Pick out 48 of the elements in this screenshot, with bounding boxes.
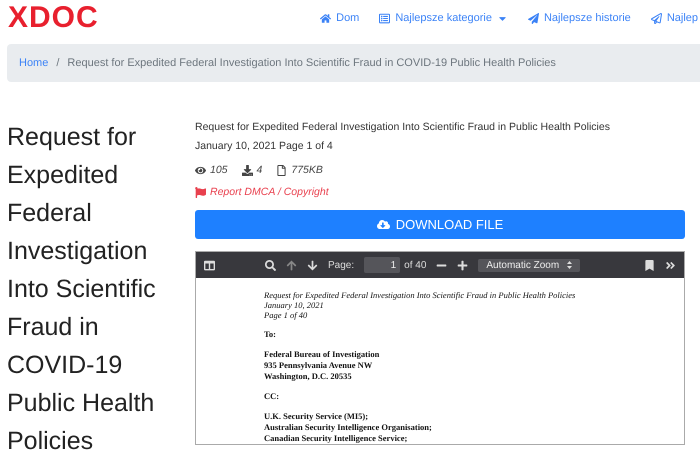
breadcrumb-separator: /: [56, 57, 60, 69]
nav-link[interactable]: Najlepsze kategorie: [379, 12, 508, 24]
document-text-line: To:: [264, 329, 277, 340]
page-label: Page:: [328, 260, 354, 270]
home-icon: [320, 12, 332, 24]
document-text-line: Australian Security Intelligence Organisation;: [264, 422, 433, 433]
document-header-line: Request for Expedited Federal Investigation Into Scientific Fraud in Public Health Policies: [264, 290, 576, 300]
document-text-line: CC:: [264, 391, 280, 402]
report-link[interactable]: Report DMCA / Copyright: [195, 186, 685, 198]
page-number-field[interactable]: 1: [364, 257, 400, 273]
paper-plane-icon: [528, 12, 539, 24]
document-text-line: Federal Bureau of Investigation: [264, 349, 380, 360]
file-icon: [276, 164, 288, 176]
stat-text: 105: [195, 164, 228, 176]
bookmark-icon[interactable]: [644, 260, 655, 270]
nav-link[interactable]: Najlep: [650, 12, 698, 24]
document-header-line: January 10, 2021: [264, 300, 325, 310]
nav-link[interactable]: Najlepsze historie: [528, 12, 631, 24]
search-icon[interactable]: [265, 260, 276, 270]
document-text-line: Washington, D.C. 20535: [264, 371, 353, 382]
stat-text: 775KB: [276, 164, 323, 176]
flag-icon: [195, 186, 206, 198]
cloud-download-icon: [376, 218, 390, 231]
stat-text: 4: [242, 164, 262, 176]
paper-plane-icon: [650, 12, 662, 24]
arrow-up-icon[interactable]: [286, 260, 297, 270]
document-header-line: Page 1 of 40: [264, 310, 308, 320]
nav-link[interactable]: Dom: [320, 12, 360, 24]
logo[interactable]: XDOC: [8, 1, 99, 35]
breadcrumb-link[interactable]: Home: [19, 57, 48, 69]
breadcrumb-current: Request for Expedited Federal Investigation Into Scientific Fraud in COVID-19 Public Health Policies: [67, 57, 556, 69]
document-text-line: 935 Pennsylvania Avenue NW: [264, 360, 374, 371]
document-summary: Request for Expedited Federal Investigation Into Scientific Fraud in Public Health Policies: [195, 120, 611, 135]
page-total: of 40: [404, 260, 426, 270]
sidebar-toggle-icon[interactable]: [204, 260, 215, 270]
document-text-line: U.K. Security Service (MI5);: [264, 411, 370, 422]
arrow-down-icon[interactable]: [307, 260, 318, 270]
double-chevron-icon[interactable]: [665, 260, 676, 270]
document-title: Request for Expedited Federal Investigation Into Scientific Fraud in COVID-19 Public Health Policies: [7, 122, 157, 457]
download-icon: [242, 164, 253, 176]
list-icon: [379, 12, 390, 24]
zoom-in-icon[interactable]: [457, 260, 468, 270]
zoom-select[interactable]: Automatic Zoom: [478, 258, 580, 272]
download-button[interactable]: DOWNLOAD FILE: [195, 210, 685, 239]
document-summary: January 10, 2021 Page 1 of 4: [195, 139, 334, 154]
select-arrows-icon: [567, 261, 572, 269]
document-text-line: Canadian Security Intelligence Service;: [264, 433, 408, 444]
eye-icon: [195, 164, 206, 176]
